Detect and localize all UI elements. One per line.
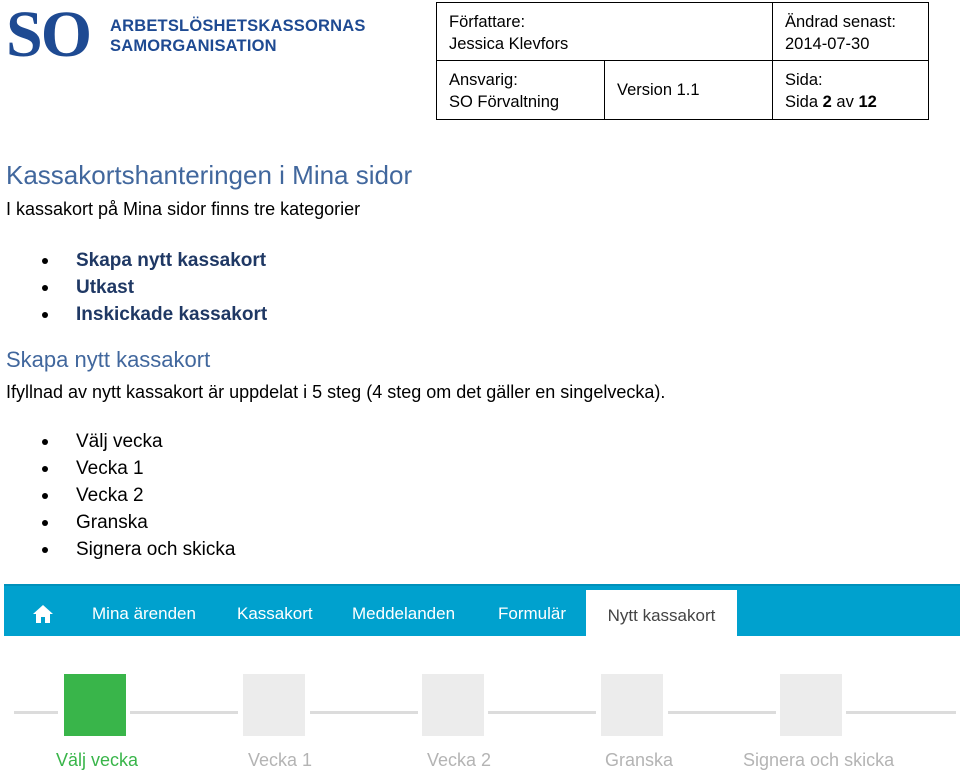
bullet-icon [42, 285, 48, 291]
list-item-text: Inskickade kassakort [76, 304, 268, 325]
list-item-text: Granska [76, 512, 148, 533]
nav-item-formular[interactable]: Formulär [498, 586, 566, 636]
step-box-granska[interactable] [601, 674, 663, 736]
list-item-text: Vecka 2 [76, 485, 144, 506]
step-box-vecka-2[interactable] [422, 674, 484, 736]
nav-item-kassakort[interactable]: Kassakort [237, 586, 313, 636]
step-connector [668, 711, 776, 714]
bullet-icon [42, 312, 48, 318]
list-item: Vecka 1 [42, 455, 235, 482]
page-title: Kassakortshanteringen i Mina sidor [6, 160, 413, 190]
bullet-icon [42, 439, 48, 445]
list-item: Skapa nytt kassakort [42, 247, 267, 274]
nav-item-meddelanden[interactable]: Meddelanden [352, 586, 455, 636]
steps-list: Välj vecka Vecka 1 Vecka 2 Granska Signe… [42, 428, 235, 563]
section-title: Skapa nytt kassakort [6, 347, 211, 372]
step-box-signera[interactable] [780, 674, 842, 736]
step-connector [14, 711, 58, 714]
wizard-steps: Välj vecka Vecka 1 Vecka 2 Granska Signe… [0, 672, 960, 772]
list-item: Vecka 2 [42, 482, 235, 509]
step-connector [130, 711, 238, 714]
category-list: Skapa nytt kassakort Utkast Inskickade k… [42, 247, 267, 328]
list-item: Utkast [42, 274, 267, 301]
list-item-text: Signera och skicka [76, 539, 236, 560]
organization-logo: SO ARBETSLÖSHETSKASSORNAS SAMORGANISATIO… [6, 0, 365, 71]
step-connector [846, 711, 956, 714]
list-item-text: Vecka 1 [76, 458, 144, 479]
step-box-valj-vecka[interactable] [64, 674, 126, 736]
version-text: Version 1.1 [617, 81, 700, 99]
author-cell: Författare: Jessica Klevfors [436, 2, 773, 61]
step-label-vecka-1[interactable]: Vecka 1 [248, 750, 312, 771]
changed-label: Ändrad senast: [785, 13, 896, 31]
list-item-text: Skapa nytt kassakort [76, 250, 267, 271]
logo-line-2: SAMORGANISATION [110, 37, 277, 55]
step-label-granska[interactable]: Granska [605, 750, 673, 771]
section-intro: Ifyllnad av nytt kassakort är uppdelat i… [6, 382, 666, 402]
changed-value: 2014-07-30 [785, 35, 870, 53]
list-item: Granska [42, 509, 235, 536]
main-navbar: Mina ärenden Kassakort Meddelanden Formu… [4, 584, 960, 638]
responsible-cell: Ansvarig: SO Förvaltning [436, 60, 605, 120]
version-cell: Version 1.1 [604, 60, 773, 120]
list-item-text: Utkast [76, 277, 135, 298]
page-total: 12 [858, 93, 877, 111]
home-icon[interactable] [32, 604, 54, 624]
page-cell: Sida: Sida 2 av 12 [772, 60, 929, 120]
document-meta-table: Författare: Jessica Klevfors Ändrad sena… [436, 2, 929, 120]
step-label-vecka-2[interactable]: Vecka 2 [427, 750, 491, 771]
bullet-icon [42, 258, 48, 264]
step-box-vecka-1[interactable] [243, 674, 305, 736]
bullet-icon [42, 493, 48, 499]
bullet-icon [42, 520, 48, 526]
page-current: 2 [822, 93, 832, 111]
logo-so-mark: SO [6, 0, 92, 71]
app-screenshot: Mina ärenden Kassakort Meddelanden Formu… [0, 582, 960, 774]
author-label: Författare: [449, 13, 526, 31]
nav-item-nytt-kassakort[interactable]: Nytt kassakort [586, 590, 737, 638]
bullet-icon [42, 466, 48, 472]
step-connector [488, 711, 596, 714]
list-item: Inskickade kassakort [42, 301, 267, 328]
bullet-icon [42, 547, 48, 553]
intro-text: I kassakort på Mina sidor finns tre kate… [6, 199, 361, 219]
list-item: Välj vecka [42, 428, 235, 455]
list-item-text: Välj vecka [76, 431, 163, 452]
step-connector [310, 711, 418, 714]
page-label: Sida: [785, 71, 823, 89]
page-prefix: Sida [785, 93, 819, 111]
page-number: Sida 2 av 12 [785, 91, 918, 113]
logo-line-1: ARBETSLÖSHETSKASSORNAS [110, 17, 366, 35]
nav-item-mina-arenden[interactable]: Mina ärenden [92, 586, 196, 636]
responsible-label: Ansvarig: [449, 71, 518, 89]
page-of: av [836, 93, 854, 111]
list-item: Signera och skicka [42, 536, 235, 563]
changed-cell: Ändrad senast: 2014-07-30 [772, 2, 929, 61]
step-label-valj-vecka[interactable]: Välj vecka [56, 750, 138, 771]
step-label-signera[interactable]: Signera och skicka [743, 750, 894, 771]
author-value: Jessica Klevfors [449, 35, 569, 53]
responsible-value: SO Förvaltning [449, 93, 560, 111]
